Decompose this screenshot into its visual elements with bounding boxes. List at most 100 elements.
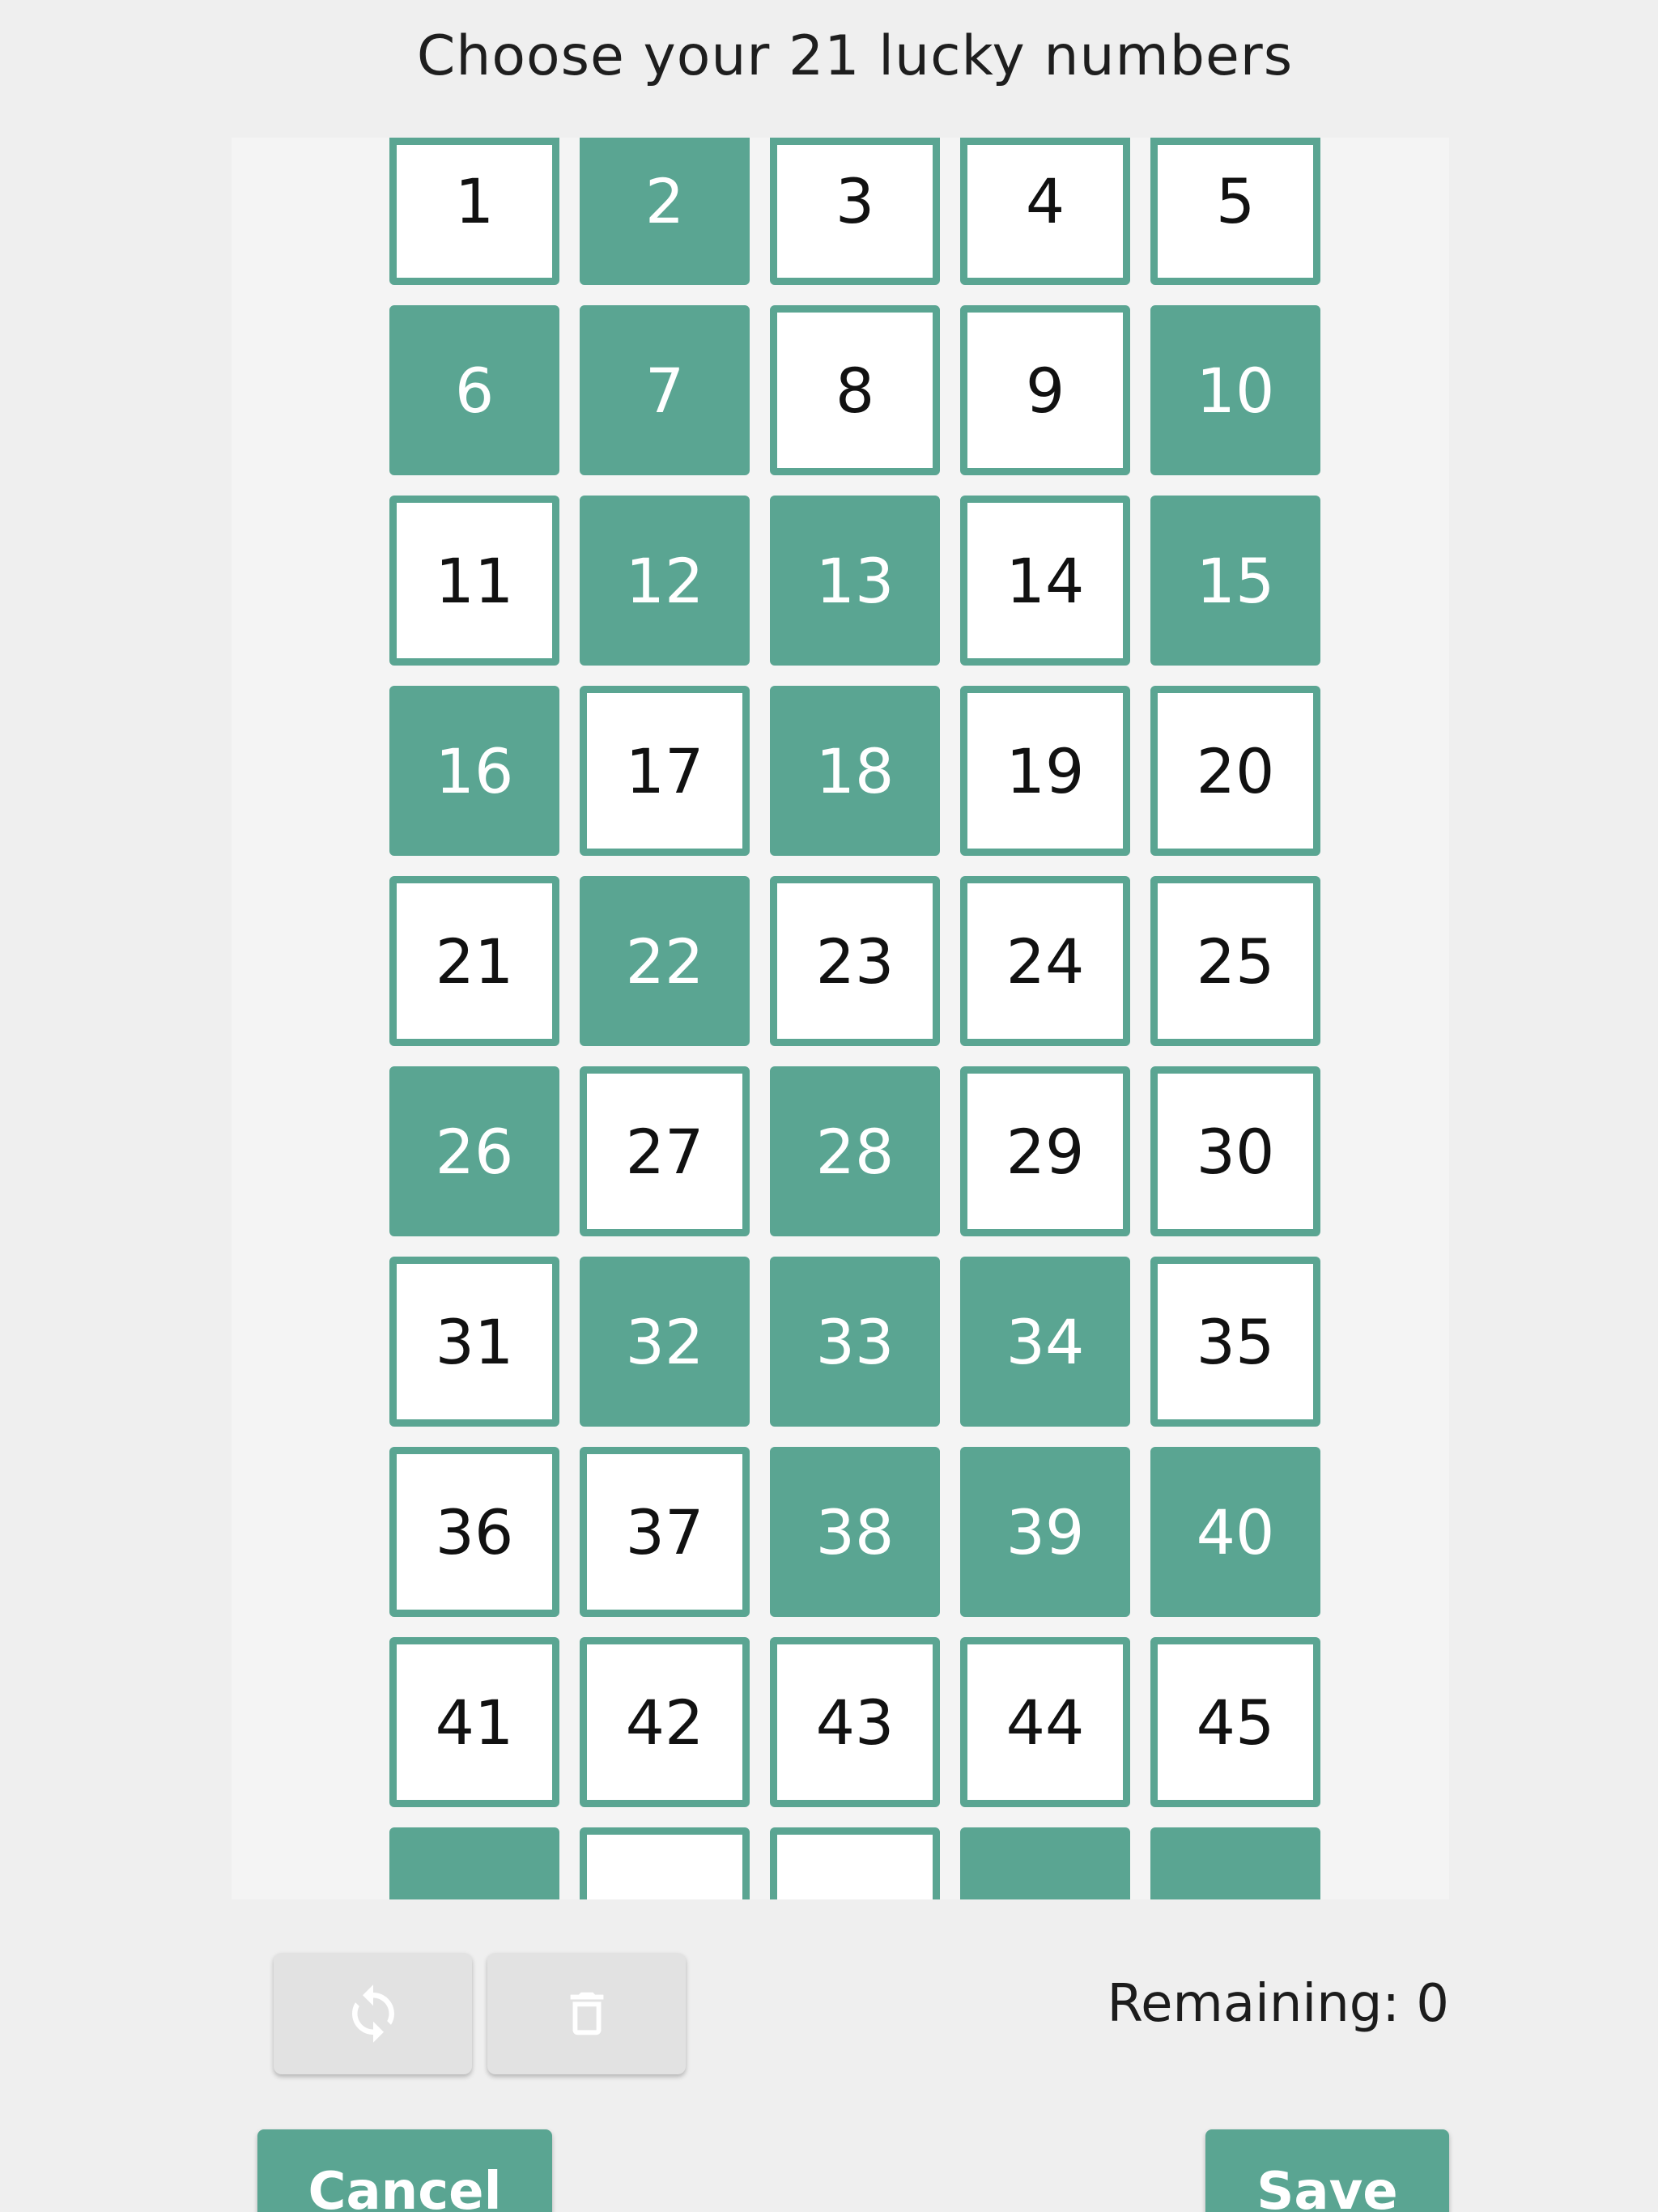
cancel-button-label: Cancel xyxy=(308,2162,502,2212)
number-cell[interactable]: 30 xyxy=(1150,1066,1320,1236)
number-cell[interactable]: 7 xyxy=(580,305,750,475)
number-cell[interactable]: 33 xyxy=(770,1257,940,1427)
page-title: Choose your 21 lucky numbers xyxy=(416,24,1294,88)
number-cell[interactable] xyxy=(389,1827,559,1899)
number-cell[interactable]: 3 xyxy=(770,138,940,285)
number-cell[interactable]: 32 xyxy=(580,1257,750,1427)
number-cell[interactable]: 29 xyxy=(960,1066,1130,1236)
number-cell-label: 4 xyxy=(1025,164,1065,237)
number-cell[interactable] xyxy=(770,1827,940,1899)
number-cell[interactable]: 31 xyxy=(389,1257,559,1427)
number-cell-label: 33 xyxy=(815,1305,895,1378)
number-cell[interactable]: 44 xyxy=(960,1637,1130,1807)
number-cell[interactable] xyxy=(960,1827,1130,1899)
number-cell-label: 2 xyxy=(644,164,685,237)
number-cell-label: 32 xyxy=(625,1305,704,1378)
number-cell[interactable]: 18 xyxy=(770,686,940,856)
number-cell[interactable]: 11 xyxy=(389,496,559,666)
number-cell[interactable]: 14 xyxy=(960,496,1130,666)
number-cell[interactable]: 9 xyxy=(960,305,1130,475)
number-cell-label: 22 xyxy=(625,925,704,998)
number-cell[interactable]: 10 xyxy=(1150,305,1320,475)
number-cell[interactable]: 25 xyxy=(1150,876,1320,1046)
number-cell-label: 1 xyxy=(454,164,495,237)
number-cell[interactable]: 21 xyxy=(389,876,559,1046)
number-cell[interactable]: 37 xyxy=(580,1447,750,1617)
number-cell-label: 27 xyxy=(625,1115,704,1188)
number-cell[interactable]: 17 xyxy=(580,686,750,856)
number-cell-label: 6 xyxy=(454,354,495,427)
number-cell[interactable]: 2 xyxy=(580,138,750,285)
number-cell[interactable]: 4 xyxy=(960,138,1130,285)
number-cell[interactable]: 24 xyxy=(960,876,1130,1046)
number-cell[interactable]: 20 xyxy=(1150,686,1320,856)
number-cell[interactable] xyxy=(1150,1827,1320,1899)
number-cell-label: 34 xyxy=(1005,1305,1085,1378)
number-cell-label: 18 xyxy=(815,734,895,807)
number-cell-label: 36 xyxy=(435,1495,514,1568)
number-cell[interactable]: 34 xyxy=(960,1257,1130,1427)
number-cell[interactable]: 45 xyxy=(1150,1637,1320,1807)
number-cell-label: 8 xyxy=(835,354,875,427)
number-cell-label: 40 xyxy=(1196,1495,1275,1568)
number-cell-label: 35 xyxy=(1196,1305,1275,1378)
number-cell[interactable]: 19 xyxy=(960,686,1130,856)
randomize-button[interactable] xyxy=(274,1953,472,2074)
number-cell[interactable]: 22 xyxy=(580,876,750,1046)
number-cell[interactable]: 42 xyxy=(580,1637,750,1807)
number-cell[interactable]: 43 xyxy=(770,1637,940,1807)
number-cell[interactable]: 13 xyxy=(770,496,940,666)
number-cell-label: 20 xyxy=(1196,734,1275,807)
number-cell-label: 11 xyxy=(435,544,514,617)
number-cell-label: 5 xyxy=(1215,164,1256,237)
clear-button[interactable] xyxy=(487,1953,686,2074)
number-cell[interactable]: 26 xyxy=(389,1066,559,1236)
number-cell-label: 44 xyxy=(1005,1686,1085,1759)
number-cell[interactable]: 28 xyxy=(770,1066,940,1236)
number-cell-label: 29 xyxy=(1005,1115,1085,1188)
number-cell-label: 24 xyxy=(1005,925,1085,998)
number-cell[interactable]: 35 xyxy=(1150,1257,1320,1427)
number-cell-label: 13 xyxy=(815,544,895,617)
number-cell-label: 26 xyxy=(435,1115,514,1188)
number-cell[interactable]: 8 xyxy=(770,305,940,475)
number-cell-label: 25 xyxy=(1196,925,1275,998)
number-cell[interactable]: 1 xyxy=(389,138,559,285)
number-cell[interactable]: 27 xyxy=(580,1066,750,1236)
number-cell-label: 16 xyxy=(435,734,514,807)
number-cell[interactable] xyxy=(580,1827,750,1899)
number-cell[interactable]: 12 xyxy=(580,496,750,666)
number-cell[interactable]: 16 xyxy=(389,686,559,856)
number-cell-label: 7 xyxy=(644,354,685,427)
number-cell-label: 17 xyxy=(625,734,704,807)
number-cell[interactable]: 6 xyxy=(389,305,559,475)
number-cell-label: 39 xyxy=(1005,1495,1085,1568)
number-cell-label: 14 xyxy=(1005,544,1085,617)
remaining-count: Remaining: 0 xyxy=(1107,1974,1449,2034)
number-cell-label: 31 xyxy=(435,1305,514,1378)
number-cell-label: 9 xyxy=(1025,354,1065,427)
number-cell-label: 41 xyxy=(435,1686,514,1759)
number-cell[interactable]: 41 xyxy=(389,1637,559,1807)
number-cell-label: 23 xyxy=(815,925,895,998)
refresh-icon xyxy=(351,1984,394,2043)
number-cell-label: 3 xyxy=(835,164,875,237)
number-cell-label: 45 xyxy=(1196,1686,1275,1759)
number-grid-panel[interactable]: 1 2 3 4 5 6 7 8 9 10 11 12 13 14 15 16 17 18 19 20 21 22 23 24 2… xyxy=(232,138,1449,1899)
number-cell[interactable]: 5 xyxy=(1150,138,1320,285)
number-cell-label: 12 xyxy=(625,544,704,617)
number-cell[interactable]: 40 xyxy=(1150,1447,1320,1617)
lucky-numbers-screen: Choose your 21 lucky numbers 1 2 3 4 5 6 7 8 9 10… xyxy=(0,0,1658,2212)
save-button[interactable]: Save xyxy=(1205,2129,1449,2212)
cancel-button[interactable]: Cancel xyxy=(257,2129,552,2212)
number-cell[interactable]: 38 xyxy=(770,1447,940,1617)
number-cell[interactable]: 36 xyxy=(389,1447,559,1617)
number-cell-label: 21 xyxy=(435,925,514,998)
number-cell[interactable]: 39 xyxy=(960,1447,1130,1617)
number-cell[interactable]: 15 xyxy=(1150,496,1320,666)
number-cell-label: 42 xyxy=(625,1686,704,1759)
number-cell-label: 28 xyxy=(815,1115,895,1188)
number-cell-label: 15 xyxy=(1196,544,1275,617)
number-cell[interactable]: 23 xyxy=(770,876,940,1046)
trash-icon xyxy=(570,1992,603,2035)
